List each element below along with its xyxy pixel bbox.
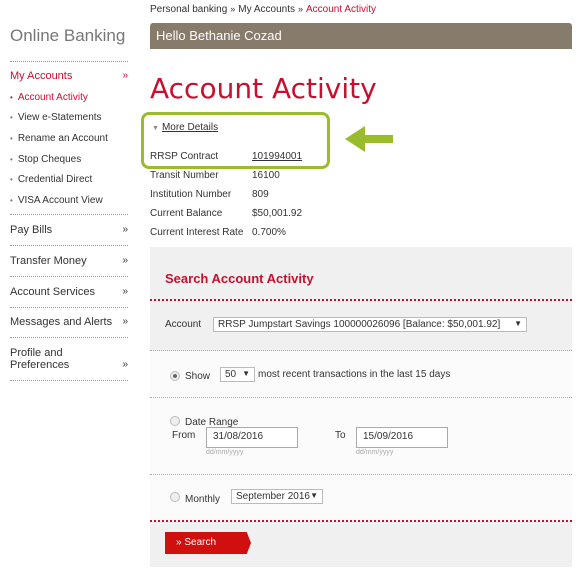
value: RRSP Jumpstart Savings 100000026096 [Bal… <box>218 319 501 330</box>
divider <box>10 307 128 308</box>
from-date-input[interactable]: 31/08/2016 <box>206 427 298 448</box>
detail-value: $50,001.92 <box>252 208 303 219</box>
chevron-icon: » <box>122 70 128 81</box>
label: My Accounts <box>10 70 73 82</box>
divider <box>10 276 128 277</box>
divider <box>150 520 572 522</box>
dropdown-arrow-icon: ▼ <box>514 319 522 328</box>
divider <box>150 299 572 301</box>
label: Profile and Preferences <box>10 347 70 371</box>
detail-value: 16100 <box>252 170 280 181</box>
sidebar-item-transfer-money[interactable]: Transfer Money » <box>10 255 128 267</box>
monthly-radio[interactable] <box>170 492 180 502</box>
divider <box>10 61 128 62</box>
to-date-hint: dd/mm/yyyy <box>356 449 394 456</box>
dropdown-arrow-icon: ▼ <box>242 369 250 378</box>
chevron-icon: » <box>122 286 128 297</box>
sidebar-sub-view-estatements[interactable]: View e-Statements <box>10 112 102 123</box>
detail-value: 0.700% <box>252 227 286 238</box>
chevron-icon: » <box>122 224 128 235</box>
from-label: From <box>172 430 196 441</box>
sidebar-sub-credential-direct[interactable]: Credential Direct <box>10 174 92 185</box>
search-button[interactable]: » Search <box>165 532 251 554</box>
label: Messages and Alerts <box>10 316 113 328</box>
divider <box>150 397 572 398</box>
divider <box>10 214 128 215</box>
chevron-icon: » <box>122 359 128 370</box>
breadcrumb: Personal banking» My Accounts» Account Act… <box>150 4 377 15</box>
chevron-icon: » <box>122 255 128 266</box>
highlight-box <box>141 112 330 169</box>
month-select[interactable]: September 2016 ▼ <box>231 489 323 504</box>
show-count-select[interactable]: 50 ▼ <box>220 367 255 382</box>
label: Account Services <box>10 286 95 298</box>
label: Transfer Money <box>10 255 87 267</box>
detail-label: Current Balance <box>150 208 223 219</box>
sidebar-item-pay-bills[interactable]: Pay Bills » <box>10 224 128 236</box>
show-radio[interactable] <box>170 371 180 381</box>
breadcrumb-current: Account Activity <box>306 4 377 15</box>
show-label: Show <box>185 371 211 382</box>
from-date-hint: dd/mm/yyyy <box>206 449 244 456</box>
sidebar-item-profile-preferences[interactable]: Profile and Preferences » <box>10 347 128 371</box>
search-title: Search Account Activity <box>165 271 314 286</box>
account-select[interactable]: RRSP Jumpstart Savings 100000026096 [Bal… <box>213 317 527 332</box>
value: September 2016 <box>236 491 310 502</box>
account-label: Account <box>165 319 202 330</box>
detail-label: Institution Number <box>150 189 232 200</box>
monthly-label: Monthly <box>185 494 221 505</box>
divider <box>150 474 572 475</box>
sidebar-sub-visa-account-view[interactable]: VISA Account View <box>10 195 103 206</box>
value: 50 <box>225 369 237 380</box>
divider <box>10 337 128 338</box>
sidebar-item-messages-alerts[interactable]: Messages and Alerts » <box>10 316 128 328</box>
dropdown-arrow-icon: ▼ <box>310 491 318 500</box>
to-date-input[interactable]: 15/09/2016 <box>356 427 448 448</box>
sidebar-sub-stop-cheques[interactable]: Stop Cheques <box>10 154 81 165</box>
detail-label: Current Interest Rate <box>150 227 244 238</box>
show-suffix: most recent transactions in the last 15 … <box>258 369 451 380</box>
divider <box>10 380 128 381</box>
date-range-radio[interactable] <box>170 416 180 426</box>
breadcrumb-personal-banking[interactable]: Personal banking <box>150 4 227 15</box>
to-label: To <box>335 430 346 441</box>
divider <box>10 245 128 246</box>
sidebar-sub-account-activity[interactable]: Account Activity <box>10 92 88 103</box>
arrow-left-icon <box>345 126 393 152</box>
breadcrumb-my-accounts[interactable]: My Accounts <box>238 4 295 15</box>
sidebar-title: Online Banking <box>10 26 126 45</box>
sidebar-sub-rename-account[interactable]: Rename an Account <box>10 133 108 144</box>
greeting-bar: Hello Bethanie Cozad <box>150 23 572 49</box>
sidebar-item-my-accounts[interactable]: My Accounts » <box>10 70 128 82</box>
chevron-icon: » <box>122 316 128 327</box>
detail-label: Transit Number <box>150 170 219 181</box>
detail-value: 809 <box>252 189 269 200</box>
label: Pay Bills <box>10 224 53 236</box>
page-title: Account Activity <box>150 72 377 105</box>
sidebar-item-account-services[interactable]: Account Services » <box>10 286 128 298</box>
